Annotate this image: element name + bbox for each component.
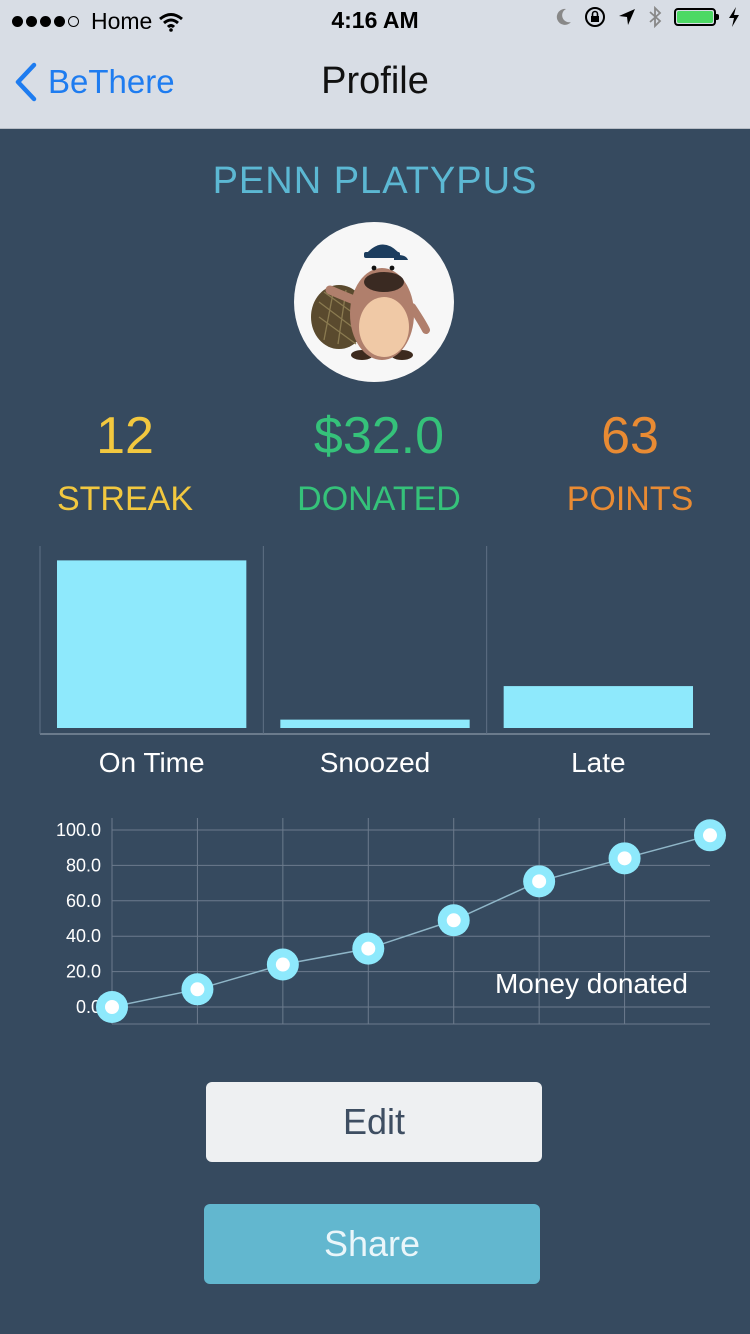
money-donated-line-chart: 0.020.040.060.080.0100.0Money donated [56,818,726,1025]
line-chart-annotation: Money donated [495,968,688,999]
money-donated-point [694,819,726,852]
line-chart-y-tick-label: 40.0 [66,926,101,946]
money-donated-point [437,904,470,937]
bar-chart-category-label: Snoozed [320,747,431,778]
navigation-bar: Home 4:16 AM BeThere Profile [0,0,750,129]
line-chart-y-tick-label: 80.0 [66,855,101,875]
streak-stat: 12 STREAK [0,405,250,523]
donated-label: DONATED [297,480,461,518]
points-value: 63 [601,407,659,465]
location-arrow-icon [619,9,635,25]
bar-snoozed [280,719,470,728]
bar-chart-category-label: Late [571,747,626,778]
points-label: POINTS [566,480,694,518]
bluetooth-icon [649,6,662,28]
moon-icon [556,8,571,25]
donated-value: $32.0 [313,407,445,465]
money-donated-point [523,865,556,898]
money-donated-point [608,842,641,875]
line-chart-y-tick-label: 60.0 [66,891,101,911]
avatar [294,222,454,382]
attendance-bar-chart: On Time Snoozed Late [39,546,710,778]
bar-chart-category-label: On Time [99,747,205,778]
rotation-lock-icon [585,7,605,27]
share-button[interactable]: Share [204,1204,540,1284]
battery-icon [674,8,719,26]
donated-stat: $32.0 DONATED [254,405,504,523]
money-donated-point [181,973,214,1006]
platypus-avatar-icon [311,244,430,360]
charging-bolt-icon [729,7,739,27]
streak-label: STREAK [56,480,194,518]
status-bar: Home 4:16 AM [0,0,750,40]
bar-on-time [57,560,247,728]
money-donated-point [266,948,299,981]
edit-button[interactable]: Edit [206,1082,542,1162]
money-donated-point [352,932,385,965]
bar-late [503,686,693,728]
line-chart-y-tick-label: 20.0 [66,962,101,982]
line-chart-y-tick-label: 100.0 [56,820,101,840]
points-stat: 63 POINTS [505,405,750,523]
user-name: PENN PLATYPUS [212,160,538,202]
streak-value: 12 [96,407,154,465]
money-donated-point [96,991,128,1023]
page-title: Profile [321,60,429,102]
